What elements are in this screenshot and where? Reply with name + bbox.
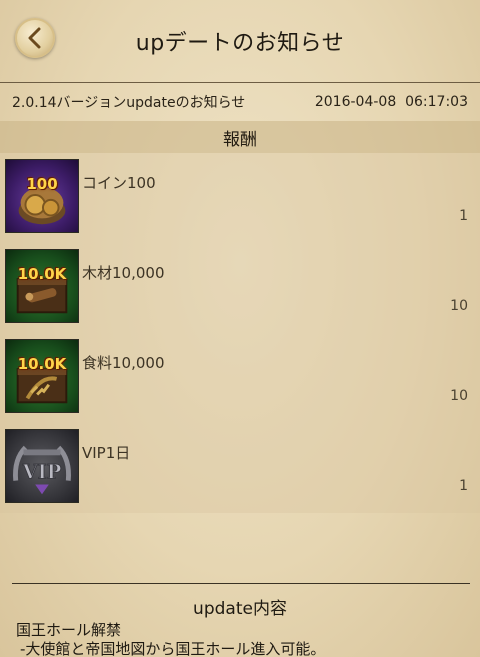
notice-datetime: 2016-04-08 06:17:03 <box>314 94 468 110</box>
item-name: 食料10,000 <box>82 354 165 372</box>
item-badge: 10.0K <box>17 355 67 373</box>
item-badge: 100 <box>26 175 58 193</box>
reward-item[interactable]: VIP VIP1日 1 <box>0 423 480 513</box>
notice-header: 2.0.14バージョンupdateのお知らせ 2016-04-08 06:17:… <box>0 83 480 121</box>
item-count: 1 <box>459 478 468 494</box>
rewards-heading: 報酬 <box>0 121 480 153</box>
item-count: 1 <box>459 208 468 224</box>
header: upデートのお知らせ <box>0 0 480 82</box>
update-text-line: -大使館と帝国地図から国王ホール進入可能。 <box>20 640 326 657</box>
update-heading: update内容 <box>193 599 287 619</box>
coin-chest-icon: 100 <box>5 159 79 233</box>
item-name: VIP1日 <box>82 444 131 462</box>
item-count: 10 <box>450 298 468 314</box>
item-count: 10 <box>450 388 468 404</box>
update-text-line: 国王ホール解禁 <box>16 621 122 639</box>
wood-chest-icon: 10.0K <box>5 249 79 323</box>
divider <box>12 583 470 584</box>
reward-item[interactable]: 100 コイン100 1 <box>0 153 480 243</box>
chevron-left-icon <box>28 27 41 49</box>
reward-item[interactable]: 10.0K 食料10,000 10 <box>0 333 480 423</box>
reward-item[interactable]: 10.0K 木材10,000 10 <box>0 243 480 333</box>
food-chest-icon: 10.0K <box>5 339 79 413</box>
back-button[interactable] <box>15 18 55 58</box>
item-name: コイン100 <box>82 174 156 192</box>
vip-icon: VIP <box>5 429 79 503</box>
notice-title: 2.0.14バージョンupdateのお知らせ <box>12 95 246 111</box>
page-title: upデートのお知らせ <box>135 31 345 56</box>
reward-list: 100 コイン100 1 10.0K 木材10,000 10 10.0K 食料1… <box>0 153 480 513</box>
item-badge: 10.0K <box>17 265 67 283</box>
item-name: 木材10,000 <box>82 264 165 282</box>
svg-text:VIP: VIP <box>22 461 62 484</box>
